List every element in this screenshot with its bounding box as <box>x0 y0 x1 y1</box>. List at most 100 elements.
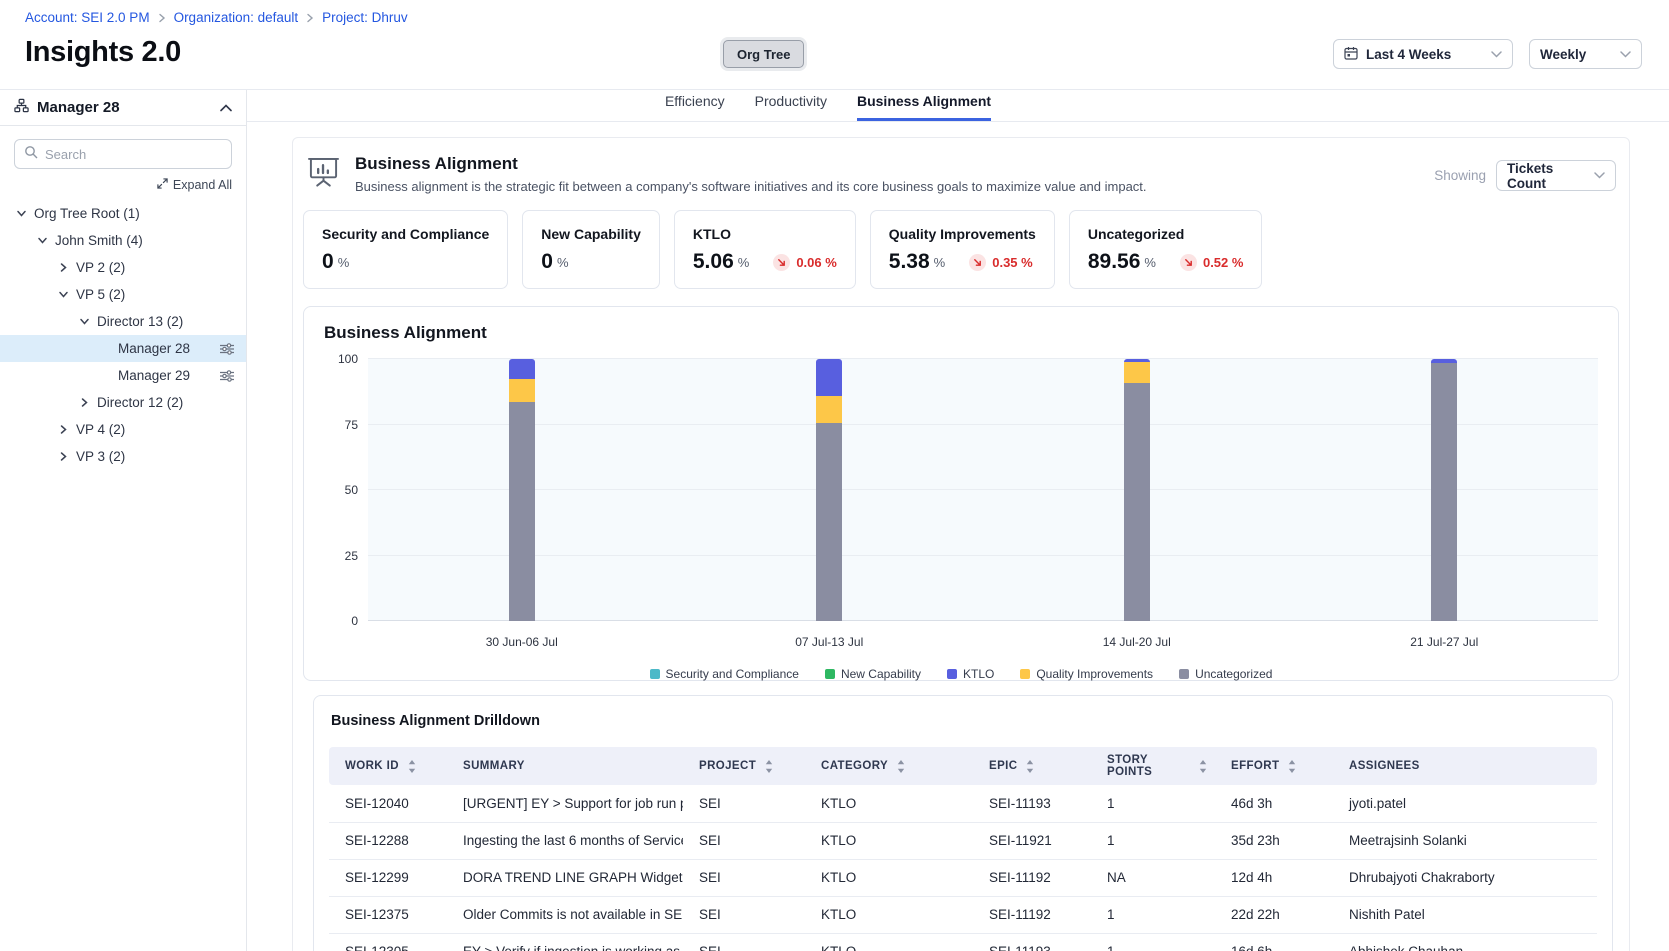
column-header-label: SUMMARY <box>463 760 525 772</box>
tree-item-director-12-2-[interactable]: Director 12 (2) <box>0 389 246 416</box>
table-cell: SEI <box>683 785 805 822</box>
column-header-label: ASSIGNEES <box>1349 760 1420 772</box>
chart-plot-area <box>368 359 1598 621</box>
expand-all-link[interactable]: Expand All <box>0 178 232 192</box>
tree-item-john-smith-4-[interactable]: John Smith (4) <box>0 227 246 254</box>
kpi-label: Quality Improvements <box>889 226 1036 242</box>
table-cell: jyoti.patel <box>1333 785 1597 822</box>
column-sort-control[interactable]: STORY POINTS <box>1107 754 1207 778</box>
legend-item-new-capability[interactable]: New Capability <box>825 667 921 681</box>
interval-value: Weekly <box>1540 47 1586 62</box>
stacked-bar-1[interactable] <box>509 359 535 621</box>
tree-item-label: VP 3 (2) <box>76 449 125 464</box>
kpi-card-security-and-compliance: Security and Compliance0% <box>303 210 508 289</box>
breadcrumb-link[interactable]: Project: Dhruv <box>322 10 408 25</box>
kpi-delta: 0.06 % <box>773 254 836 271</box>
table-cell: SEI-11193 <box>973 933 1091 951</box>
table-cell: EY > Verify if ingestion is working as e… <box>447 933 683 951</box>
tree-item-manager-29[interactable]: Manager 29 <box>0 362 246 389</box>
chevron-down-icon <box>1594 172 1605 179</box>
tab-efficiency[interactable]: Efficiency <box>665 93 725 121</box>
chevron-right-icon[interactable] <box>56 451 70 462</box>
org-tree-sidebar: Manager 28 Expand All Org Tree Root (1)J… <box>0 90 247 951</box>
x-tick-label: 14 Jul-20 Jul <box>1103 635 1171 649</box>
filter-sliders-icon[interactable] <box>220 370 234 382</box>
chevron-down-icon[interactable] <box>14 208 28 219</box>
stacked-bar-3[interactable] <box>1124 359 1150 621</box>
trend-down-icon <box>1180 254 1197 271</box>
tree-item-director-13-2-[interactable]: Director 13 (2) <box>0 308 246 335</box>
kpi-unit: % <box>338 255 350 270</box>
tree-item-org-tree-root-1-[interactable]: Org Tree Root (1) <box>0 200 246 227</box>
search-input[interactable] <box>45 147 222 162</box>
section-header: Business Alignment Business alignment is… <box>303 150 1619 194</box>
gridline <box>368 358 1598 359</box>
kpi-unit: % <box>934 255 946 270</box>
table-row: SEI-12299DORA TREND LINE GRAPH Widgets i… <box>329 859 1597 896</box>
table-cell: 46d 3h <box>1215 785 1333 822</box>
tree-item-manager-28[interactable]: Manager 28 <box>0 335 246 362</box>
column-header-label: EFFORT <box>1231 760 1279 772</box>
main-content: Business Alignment Business alignment is… <box>247 122 1669 951</box>
table-cell: SEI <box>683 822 805 859</box>
column-sort-control[interactable]: WORK ID <box>345 760 439 773</box>
bar-segment-uncategorized <box>1124 383 1150 621</box>
tree-item-vp-3-2-[interactable]: VP 3 (2) <box>0 443 246 470</box>
column-sort-control[interactable]: PROJECT <box>699 760 797 773</box>
table-cell: Older Commits is not available in SEI - … <box>447 896 683 933</box>
chevron-right-icon[interactable] <box>56 262 70 273</box>
drilldown-table: WORK ID SUMMARY PROJECT CATEGORY EPIC STORY P… <box>329 747 1597 951</box>
tree-item-vp-5-2-[interactable]: VP 5 (2) <box>0 281 246 308</box>
table-cell: 35d 23h <box>1215 822 1333 859</box>
chart-y-axis: 0255075100 <box>324 359 368 621</box>
table-cell: SEI-12299 <box>329 859 447 896</box>
tab-productivity[interactable]: Productivity <box>755 93 827 121</box>
column-sort-control[interactable]: EFFORT <box>1231 760 1325 773</box>
tab-business-alignment[interactable]: Business Alignment <box>857 93 991 121</box>
breadcrumb-separator-icon <box>158 13 166 23</box>
legend-swatch <box>1179 669 1189 679</box>
showing-select[interactable]: Tickets Count <box>1496 160 1616 191</box>
date-range-select[interactable]: Last 4 Weeks <box>1333 39 1513 69</box>
legend-item-uncategorized[interactable]: Uncategorized <box>1179 667 1272 681</box>
chevron-down-icon[interactable] <box>77 316 91 327</box>
interval-select[interactable]: Weekly <box>1529 39 1642 69</box>
kpi-value-row: 0% <box>322 250 489 274</box>
column-sort-control[interactable]: EPIC <box>989 760 1083 773</box>
chevron-down-icon[interactable] <box>35 235 49 246</box>
sidebar-header: Manager 28 <box>0 90 246 126</box>
breadcrumb-link[interactable]: Organization: default <box>174 10 299 25</box>
table-cell: 16d 6h <box>1215 933 1333 951</box>
business-alignment-panel: Business Alignment Business alignment is… <box>292 137 1630 951</box>
legend-item-ktlo[interactable]: KTLO <box>947 667 994 681</box>
tree-item-vp-2-2-[interactable]: VP 2 (2) <box>0 254 246 281</box>
tree-item-vp-4-2-[interactable]: VP 4 (2) <box>0 416 246 443</box>
stacked-bar-2[interactable] <box>816 359 842 621</box>
column-sort-control[interactable]: CATEGORY <box>821 760 965 773</box>
date-range-value: Last 4 Weeks <box>1366 47 1451 62</box>
filter-sliders-icon[interactable] <box>220 343 234 355</box>
org-tree-button[interactable]: Org Tree <box>723 40 804 68</box>
stacked-bar-4[interactable] <box>1431 359 1457 621</box>
org-tree: Org Tree Root (1)John Smith (4)VP 2 (2)V… <box>0 200 246 470</box>
table-cell: KTLO <box>805 859 973 896</box>
chevron-right-icon[interactable] <box>77 397 91 408</box>
bar-segment-ktlo <box>509 359 535 379</box>
breadcrumb-link[interactable]: Account: SEI 2.0 PM <box>25 10 150 25</box>
chevron-right-icon[interactable] <box>56 424 70 435</box>
legend-item-security-and-compliance[interactable]: Security and Compliance <box>650 667 799 681</box>
sort-icon <box>1288 760 1296 773</box>
kpi-unit: % <box>557 255 569 270</box>
bar-segment-quality-improvements <box>816 396 842 424</box>
table-cell: SEI <box>683 896 805 933</box>
table-row: SEI-12288Ingesting the last 6 months of … <box>329 822 1597 859</box>
kpi-card-uncategorized: Uncategorized89.56%0.52 % <box>1069 210 1263 289</box>
chevron-down-icon[interactable] <box>56 289 70 300</box>
table-cell: 22d 22h <box>1215 896 1333 933</box>
sort-icon <box>1199 760 1207 773</box>
tree-item-label: Director 13 (2) <box>97 314 183 329</box>
business-alignment-chart-card: Business Alignment 0255075100 30 Jun-06 … <box>303 306 1619 681</box>
kpi-value: 0 <box>541 250 553 274</box>
legend-item-quality-improvements[interactable]: Quality Improvements <box>1020 667 1153 681</box>
collapse-sidebar-icon[interactable] <box>220 104 232 112</box>
